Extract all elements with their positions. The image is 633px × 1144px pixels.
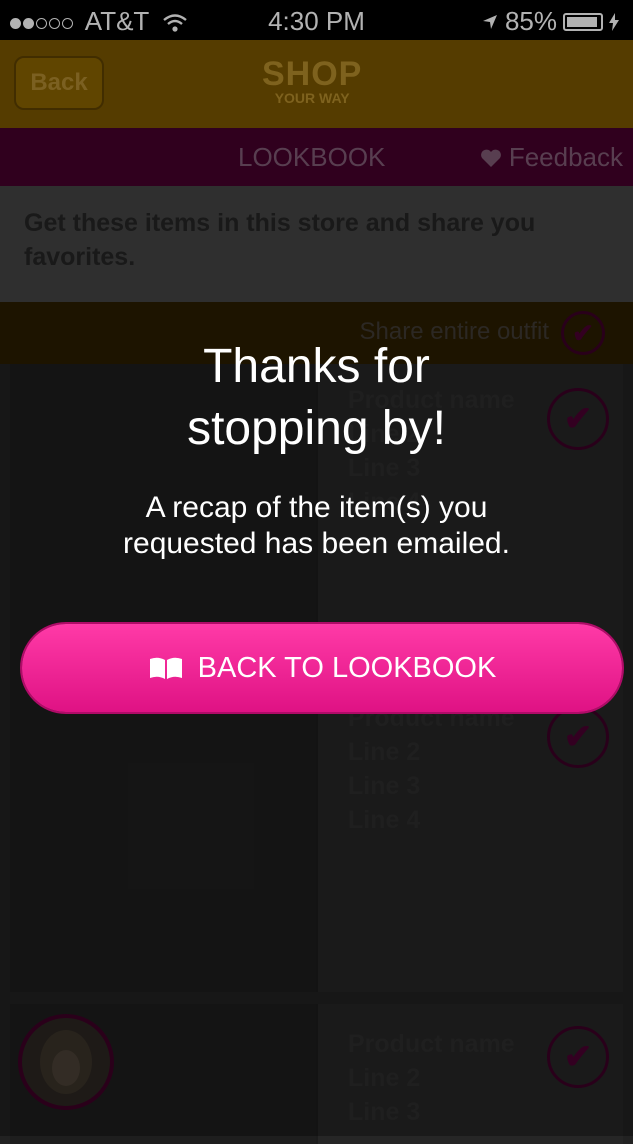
back-to-lookbook-label: BACK TO LOOKBOOK <box>197 651 497 684</box>
modal-title-text: Thanks for stopping by! <box>187 340 446 455</box>
modal-title: Thanks for stopping by! <box>0 336 633 460</box>
modal-message: A recap of the item(s) you requested has… <box>0 490 633 562</box>
modal-overlay <box>0 0 633 1136</box>
open-book-icon <box>149 657 182 679</box>
modal-message-text: A recap of the item(s) you requested has… <box>123 491 510 560</box>
back-to-lookbook-button[interactable]: BACK TO LOOKBOOK <box>22 624 622 712</box>
